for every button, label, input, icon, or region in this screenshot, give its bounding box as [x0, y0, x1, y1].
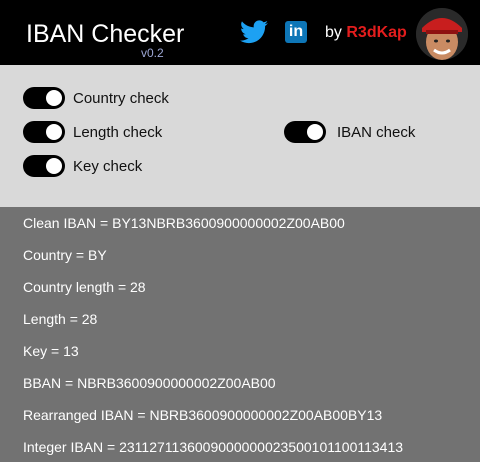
- key-check-switch[interactable]: [23, 155, 65, 177]
- switch-knob: [307, 124, 323, 140]
- avatar-portrait-icon: [416, 8, 468, 60]
- result-rearranged-iban: Rearranged IBAN = NBRB3600900000002Z00AB…: [23, 407, 383, 423]
- author-credit: by R3dKap: [325, 23, 407, 43]
- avatar: [416, 8, 468, 60]
- result-length: Length = 28: [23, 311, 98, 327]
- country-check-switch[interactable]: [23, 87, 65, 109]
- results-panel: Clean IBAN = BY13NBRB3600900000002Z00AB0…: [0, 207, 480, 462]
- result-key: Key = 13: [23, 343, 79, 359]
- toggle-key-check[interactable]: Key check: [23, 155, 142, 177]
- linkedin-icon[interactable]: in: [285, 21, 307, 43]
- length-check-switch[interactable]: [23, 121, 65, 143]
- result-country: Country = BY: [23, 247, 107, 263]
- author-link[interactable]: R3dKap: [346, 24, 406, 41]
- result-clean-iban: Clean IBAN = BY13NBRB3600900000002Z00AB0…: [23, 215, 345, 231]
- toggle-length-check[interactable]: Length check: [23, 121, 162, 143]
- app-header: IBAN Checker v0.2 in by R3dKap: [0, 0, 480, 65]
- app-title: IBAN Checker: [26, 20, 185, 48]
- switch-knob: [46, 90, 62, 106]
- result-integer-iban: Integer IBAN = 2311271136009000000023500…: [23, 439, 404, 455]
- toggle-label: IBAN check: [337, 123, 416, 141]
- iban-check-switch[interactable]: [284, 121, 326, 143]
- result-bban: BBAN = NBRB3600900000002Z00AB00: [23, 375, 276, 391]
- toggle-label: Country check: [73, 89, 169, 107]
- twitter-icon[interactable]: [240, 19, 268, 45]
- by-label: by: [325, 24, 342, 41]
- version-label: v0.2: [141, 46, 164, 60]
- result-country-length: Country length = 28: [23, 279, 146, 295]
- toggle-country-check[interactable]: Country check: [23, 87, 169, 109]
- options-panel: Country check Length check IBAN check Ke…: [0, 65, 480, 207]
- switch-knob: [46, 124, 62, 140]
- toggle-label: Key check: [73, 157, 143, 175]
- toggle-label: Length check: [73, 123, 163, 141]
- toggle-iban-check[interactable]: IBAN check: [284, 121, 415, 143]
- switch-knob: [46, 158, 62, 174]
